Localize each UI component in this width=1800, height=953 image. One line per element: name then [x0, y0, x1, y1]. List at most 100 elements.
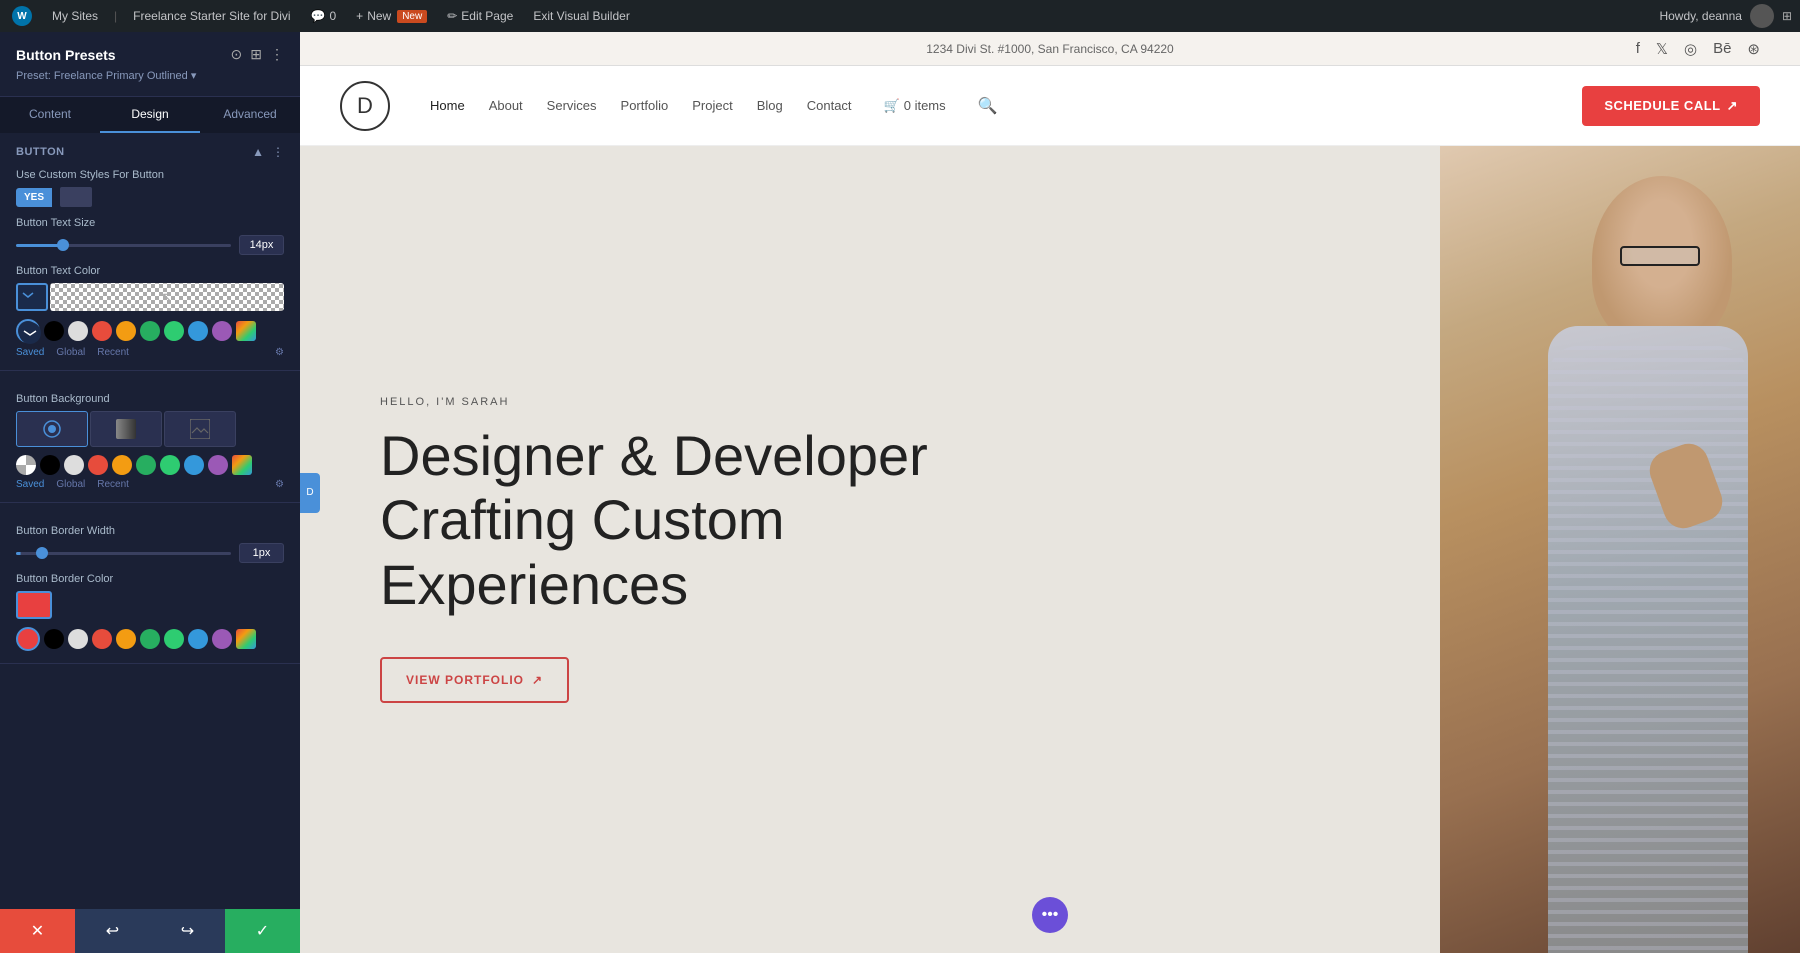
- swatch-picker[interactable]: [16, 319, 40, 343]
- panel-header: Button Presets ⊙ ⊞ ⋮ Preset: Freelance P…: [0, 32, 300, 97]
- panel-body: Button ▲ ⋮ Use Custom Styles For Button …: [0, 133, 300, 909]
- nav-project[interactable]: Project: [692, 98, 732, 113]
- sync-icon[interactable]: ⊙: [231, 46, 243, 63]
- border-swatch-black[interactable]: [44, 629, 64, 649]
- bg-tab-image[interactable]: [164, 411, 236, 447]
- text-size-slider[interactable]: [16, 244, 231, 247]
- swatch-blue[interactable]: [188, 321, 208, 341]
- my-sites-menu[interactable]: My Sites: [48, 0, 102, 32]
- site-menu: Home About Services Portfolio Project Bl…: [430, 96, 998, 116]
- toggle-yes-btn[interactable]: YES: [16, 188, 52, 207]
- swatch-custom[interactable]: [236, 321, 256, 341]
- view-portfolio-button[interactable]: VIEW PORTFOLIO ↗: [380, 657, 569, 703]
- nav-cart[interactable]: 🛒 0 items: [884, 98, 946, 114]
- border-swatch-white[interactable]: [68, 629, 88, 649]
- text-size-label: Button Text Size: [16, 217, 284, 229]
- site-logo[interactable]: D: [340, 81, 390, 131]
- bg-swatch-green[interactable]: [160, 455, 180, 475]
- exit-builder-link[interactable]: Exit Visual Builder: [529, 0, 634, 32]
- bg-swatch-tab-global[interactable]: Global: [56, 479, 85, 490]
- twitter-top-icon[interactable]: 𝕏: [1656, 40, 1668, 58]
- behance-top-icon[interactable]: Bē: [1713, 40, 1731, 57]
- bg-tab-gradient[interactable]: [90, 411, 162, 447]
- color-preview-right[interactable]: ↖: [50, 283, 284, 311]
- bg-swatch-checker[interactable]: [16, 455, 36, 475]
- bg-swatch-tab-saved[interactable]: Saved: [16, 479, 44, 490]
- nav-portfolio[interactable]: Portfolio: [621, 98, 669, 113]
- border-color-swatch-main[interactable]: [16, 591, 52, 619]
- swatch-black[interactable]: [44, 321, 64, 341]
- bg-swatch-white[interactable]: [64, 455, 84, 475]
- howdy-label: Howdy, deanna: [1659, 9, 1742, 23]
- bg-swatch-purple[interactable]: [208, 455, 228, 475]
- collapse-icon[interactable]: ▲: [252, 145, 264, 159]
- tab-design[interactable]: Design: [100, 97, 200, 133]
- border-swatch-custom[interactable]: [236, 629, 256, 649]
- swatch-white[interactable]: [68, 321, 88, 341]
- schedule-call-arrow: ↗: [1727, 98, 1738, 114]
- bg-swatch-red[interactable]: [88, 455, 108, 475]
- cancel-button[interactable]: ✕: [0, 909, 75, 953]
- section-more-icon[interactable]: ⋮: [272, 145, 284, 159]
- nav-contact[interactable]: Contact: [807, 98, 852, 113]
- grid-icon[interactable]: ⊞: [250, 46, 262, 63]
- button-background-section: Button Background: [0, 371, 300, 503]
- more-icon[interactable]: ⋮: [270, 46, 284, 63]
- border-width-slider[interactable]: [16, 552, 231, 555]
- swatch-tab-saved[interactable]: Saved: [16, 347, 44, 358]
- border-swatch-purple[interactable]: [212, 629, 232, 649]
- screen-options-icon[interactable]: ⊞: [1782, 9, 1792, 23]
- spacer: [16, 447, 284, 455]
- border-swatch-green[interactable]: [164, 629, 184, 649]
- swatch-tab-global[interactable]: Global: [56, 347, 85, 358]
- bg-swatch-black[interactable]: [40, 455, 60, 475]
- nav-blog[interactable]: Blog: [757, 98, 783, 113]
- tab-content[interactable]: Content: [0, 97, 100, 133]
- nav-home[interactable]: Home: [430, 98, 465, 113]
- border-width-value[interactable]: 1px: [239, 543, 284, 563]
- search-icon[interactable]: 🔍: [978, 96, 998, 116]
- bg-swatch-blue[interactable]: [184, 455, 204, 475]
- swatch-orange[interactable]: [116, 321, 136, 341]
- color-preview-left[interactable]: [16, 283, 48, 311]
- undo-button[interactable]: ↩: [75, 909, 150, 953]
- bg-swatch-tab-recent[interactable]: Recent: [97, 479, 129, 490]
- bg-swatch-settings-icon[interactable]: ⚙: [275, 479, 284, 490]
- nav-about[interactable]: About: [489, 98, 523, 113]
- nav-services[interactable]: Services: [547, 98, 597, 113]
- border-swatch-orange[interactable]: [116, 629, 136, 649]
- bg-swatch-orange[interactable]: [112, 455, 132, 475]
- save-button[interactable]: ✓: [225, 909, 300, 953]
- panel-title: Button Presets: [16, 47, 116, 63]
- swatch-red[interactable]: [92, 321, 112, 341]
- border-swatch-active[interactable]: [16, 627, 40, 651]
- section-title: Button: [16, 146, 65, 158]
- redo-button[interactable]: ↪: [150, 909, 225, 953]
- text-size-value[interactable]: 14px: [239, 235, 284, 255]
- instagram-top-icon[interactable]: ◎: [1684, 40, 1697, 58]
- new-link[interactable]: + New New: [352, 0, 431, 32]
- dribbble-top-icon[interactable]: ⊛: [1747, 40, 1760, 58]
- comments-link[interactable]: 💬 0: [307, 0, 341, 32]
- border-swatch-blue[interactable]: [188, 629, 208, 649]
- border-swatch-red[interactable]: [92, 629, 112, 649]
- facebook-top-icon[interactable]: f: [1636, 40, 1640, 57]
- tab-advanced[interactable]: Advanced: [200, 97, 300, 133]
- divi-builder-indicator[interactable]: D: [300, 473, 320, 513]
- swatch-tab-recent[interactable]: Recent: [97, 347, 129, 358]
- swatch-settings-icon[interactable]: ⚙: [275, 347, 284, 358]
- edit-page-link[interactable]: ✏ Edit Page: [443, 0, 517, 32]
- schedule-call-button[interactable]: SCHEDULE CALL ↗: [1582, 86, 1760, 126]
- swatch-purple[interactable]: [212, 321, 232, 341]
- swatch-green-dark[interactable]: [140, 321, 160, 341]
- bg-tab-color[interactable]: [16, 411, 88, 447]
- border-swatch-green-dark[interactable]: [140, 629, 160, 649]
- more-options-button[interactable]: •••: [1032, 897, 1068, 933]
- toggle-no-area[interactable]: [60, 187, 92, 207]
- site-name-link[interactable]: Freelance Starter Site for Divi: [129, 0, 294, 32]
- wp-logo[interactable]: W: [8, 0, 36, 32]
- swatch-green[interactable]: [164, 321, 184, 341]
- bg-swatch-green-dark[interactable]: [136, 455, 156, 475]
- bg-swatch-custom[interactable]: [232, 455, 252, 475]
- panel-subtitle[interactable]: Preset: Freelance Primary Outlined ▾: [16, 69, 284, 82]
